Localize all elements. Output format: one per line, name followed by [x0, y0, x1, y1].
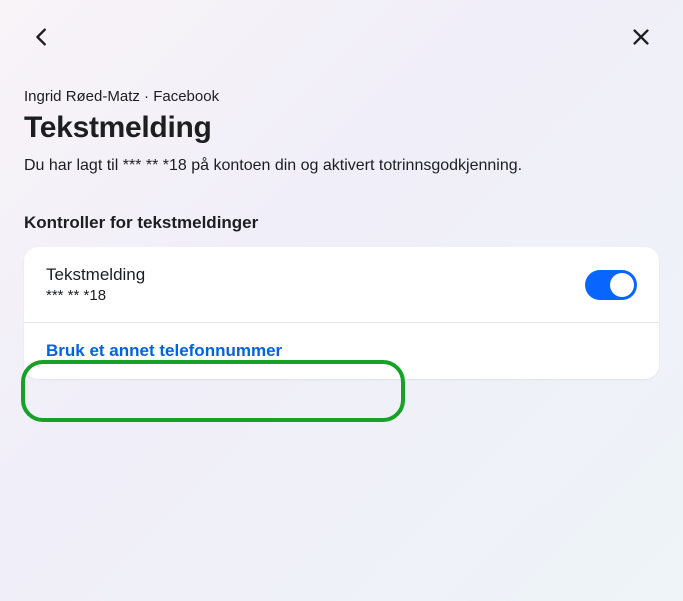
main-content: Ingrid Røed-Matz · Facebook Tekstmelding…: [0, 64, 683, 379]
chevron-left-icon: [31, 26, 53, 51]
sms-row-label: Tekstmelding: [46, 265, 145, 285]
use-other-number-link[interactable]: Bruk et annet telefonnummer: [46, 341, 282, 361]
sms-row-text: Tekstmelding *** ** *18: [46, 265, 145, 304]
page-subtitle: Du har lagt til *** ** *18 på kontoen di…: [24, 155, 659, 177]
back-button[interactable]: [24, 20, 60, 56]
toggle-knob: [610, 273, 634, 297]
close-icon: [630, 26, 652, 51]
section-heading: Kontroller for tekstmeldinger: [24, 213, 659, 233]
use-other-number-row[interactable]: Bruk et annet telefonnummer: [24, 322, 659, 379]
sms-row-number: *** ** *18: [46, 287, 145, 304]
topbar: [0, 0, 683, 64]
breadcrumb: Ingrid Røed-Matz · Facebook: [24, 88, 659, 105]
sms-controls-card: Tekstmelding *** ** *18 Bruk et annet te…: [24, 247, 659, 379]
close-button[interactable]: [623, 20, 659, 56]
page-title: Tekstmelding: [24, 111, 659, 145]
sms-toggle-row: Tekstmelding *** ** *18: [24, 247, 659, 322]
sms-toggle[interactable]: [585, 270, 637, 300]
